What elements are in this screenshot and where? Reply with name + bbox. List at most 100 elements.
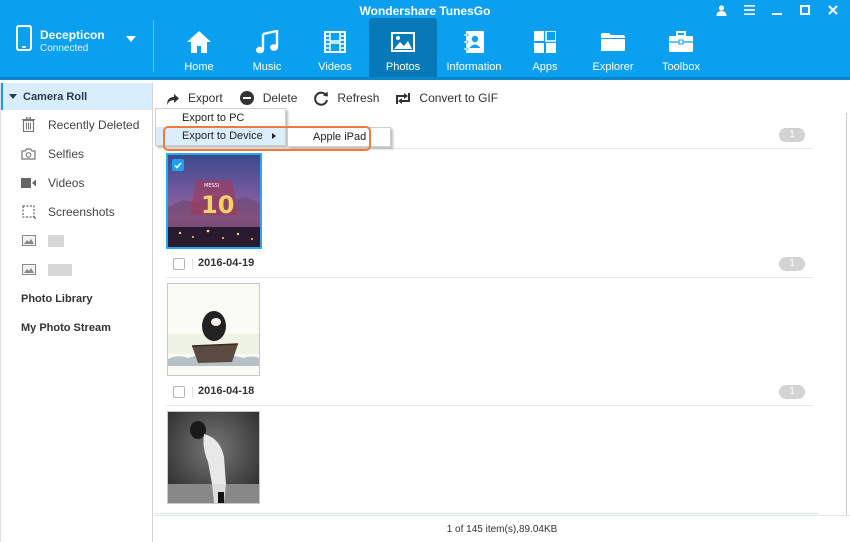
convert-to-gif-label: Convert to GIF bbox=[419, 91, 499, 105]
account-button[interactable] bbox=[714, 3, 728, 17]
group-select-checkbox[interactable] bbox=[173, 386, 185, 398]
convert-loop-icon bbox=[396, 92, 411, 104]
svg-text:10: 10 bbox=[201, 191, 234, 219]
checkbox-checked[interactable] bbox=[172, 159, 184, 171]
photo-icon bbox=[391, 32, 415, 52]
sidebar-header-camera-roll[interactable]: Camera Roll bbox=[1, 83, 152, 110]
checkmark-icon bbox=[174, 162, 182, 169]
submenu-item-apple-ipad[interactable]: Apple iPad bbox=[287, 127, 391, 147]
group-count-badge: 1 bbox=[779, 385, 805, 399]
main-nav: Home Music Videos Photos Information App… bbox=[165, 18, 715, 77]
nav-label: Toolbox bbox=[662, 61, 700, 73]
delete-button[interactable]: Delete bbox=[239, 90, 298, 106]
sidebar-item-label: Selfies bbox=[48, 146, 85, 161]
delete-label: Delete bbox=[262, 91, 298, 105]
penguin-boat-image bbox=[168, 284, 259, 375]
nav-label: Apps bbox=[532, 61, 558, 73]
scrollbar[interactable] bbox=[846, 113, 850, 515]
minimize-button[interactable] bbox=[770, 3, 784, 17]
nav-music[interactable]: Music bbox=[233, 18, 301, 77]
photo-thumbnail[interactable] bbox=[167, 411, 260, 504]
refresh-button[interactable]: Refresh bbox=[313, 90, 379, 106]
export-button[interactable]: Export bbox=[164, 90, 223, 106]
group-date: 2016-04-18 bbox=[198, 385, 255, 397]
close-button[interactable] bbox=[826, 3, 840, 17]
chevron-down-icon[interactable] bbox=[126, 36, 136, 42]
nav-label: Music bbox=[252, 61, 282, 73]
device-selector[interactable]: Decepticon Connected bbox=[0, 18, 154, 78]
phone-icon bbox=[16, 25, 32, 51]
blurred-album-name bbox=[48, 234, 64, 247]
caret-down-icon bbox=[9, 94, 17, 99]
film-icon bbox=[324, 31, 346, 53]
user-icon bbox=[716, 4, 726, 16]
home-icon bbox=[187, 31, 211, 53]
menu-button[interactable] bbox=[742, 3, 756, 17]
folder-icon bbox=[601, 33, 625, 51]
close-icon bbox=[828, 5, 838, 15]
hamburger-icon bbox=[743, 5, 755, 15]
export-menu: Export to PC Export to Device bbox=[155, 108, 286, 146]
nav-label: Videos bbox=[318, 61, 352, 73]
nav-home[interactable]: Home bbox=[165, 18, 233, 77]
contacts-icon bbox=[463, 31, 484, 53]
group-date: 2016-04-19 bbox=[198, 257, 255, 269]
nav-photos[interactable]: Photos bbox=[369, 18, 437, 77]
top-bar: Wondershare TunesGo Decepticon Connected… bbox=[0, 0, 850, 80]
album-icon bbox=[21, 235, 36, 246]
nav-label: Information bbox=[446, 61, 502, 73]
sidebar-item-selfies[interactable]: Selfies bbox=[1, 139, 152, 168]
export-label: Export bbox=[188, 91, 223, 105]
nav-label: Explorer bbox=[592, 61, 634, 73]
minimize-icon bbox=[772, 13, 782, 15]
device-name: Decepticon bbox=[40, 28, 105, 42]
nav-label: Home bbox=[184, 61, 214, 73]
nav-information[interactable]: Information bbox=[437, 18, 511, 77]
divider bbox=[192, 259, 193, 269]
sidebar-item-label: Recently Deleted bbox=[48, 117, 140, 132]
svg-text:MESSI: MESSI bbox=[204, 183, 219, 189]
sidebar-item-screenshots[interactable]: Screenshots bbox=[1, 197, 152, 226]
sidebar-header-label: Camera Roll bbox=[23, 90, 88, 103]
nav-apps[interactable]: Apps bbox=[511, 18, 579, 77]
group-count-badge: 1 bbox=[779, 257, 805, 271]
sidebar-item-videos[interactable]: Videos bbox=[1, 168, 152, 197]
photo-thumbnail[interactable]: MESSI 10 bbox=[166, 153, 262, 249]
nav-explorer[interactable]: Explorer bbox=[579, 18, 647, 77]
window-controls bbox=[714, 3, 840, 17]
menu-item-label: Export to Device bbox=[182, 130, 263, 142]
status-text: 1 of 145 item(s),89.04KB bbox=[446, 523, 558, 535]
divider bbox=[154, 513, 819, 514]
music-icon bbox=[256, 30, 279, 54]
blurred-album-name bbox=[48, 263, 72, 276]
nav-videos[interactable]: Videos bbox=[301, 18, 369, 77]
football-player-image bbox=[168, 412, 259, 503]
submenu-item-label: Apple iPad bbox=[313, 131, 367, 143]
sidebar-item-label: Screenshots bbox=[48, 204, 115, 219]
sidebar-item-album[interactable] bbox=[1, 255, 152, 284]
menu-item-label: Export to PC bbox=[182, 112, 245, 124]
group-count-badge: 1 bbox=[779, 128, 805, 142]
sidebar-my-photo-stream[interactable]: My Photo Stream bbox=[1, 313, 152, 342]
trash-icon bbox=[22, 117, 35, 132]
group-header: 2016-04-18 1 bbox=[166, 382, 813, 406]
sidebar-photo-library[interactable]: Photo Library bbox=[1, 284, 152, 313]
export-arrow-icon bbox=[167, 93, 179, 105]
group-header: 2016-04-19 1 bbox=[166, 254, 813, 278]
sidebar-item-label: Videos bbox=[48, 175, 85, 190]
menu-item-export-to-device[interactable]: Export to Device bbox=[156, 127, 285, 145]
refresh-label: Refresh bbox=[337, 91, 380, 105]
screenshot-icon bbox=[21, 204, 36, 219]
photo-thumbnail[interactable] bbox=[167, 283, 260, 376]
nav-label: Photos bbox=[385, 61, 421, 73]
group-select-checkbox[interactable] bbox=[173, 258, 185, 270]
selfie-camera-icon bbox=[21, 147, 36, 160]
divider bbox=[153, 20, 154, 72]
nav-toolbox[interactable]: Toolbox bbox=[647, 18, 715, 77]
menu-item-export-to-pc[interactable]: Export to PC bbox=[156, 109, 285, 127]
convert-to-gif-button[interactable]: Convert to GIF bbox=[395, 90, 498, 106]
sidebar-item-album[interactable] bbox=[1, 226, 152, 255]
sidebar-item-recently-deleted[interactable]: Recently Deleted bbox=[1, 110, 152, 139]
maximize-button[interactable] bbox=[798, 3, 812, 17]
status-bar: 1 of 145 item(s),89.04KB bbox=[154, 515, 850, 542]
